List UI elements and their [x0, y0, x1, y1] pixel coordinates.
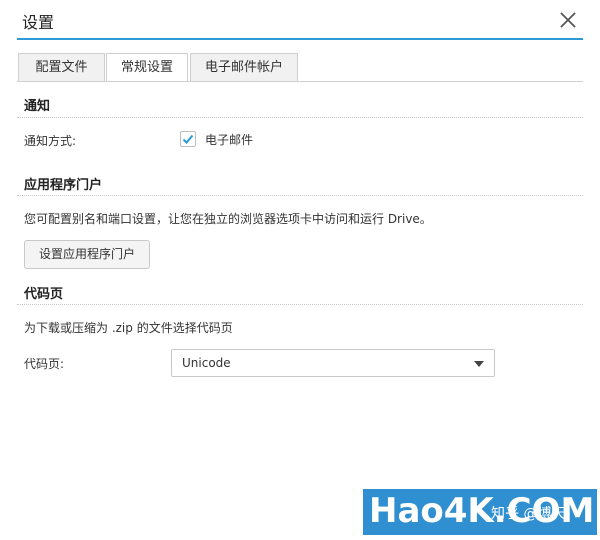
portal-settings-button[interactable]: 设置应用程序门户 — [24, 240, 150, 269]
close-icon[interactable] — [558, 10, 578, 30]
notification-heading: 通知 — [24, 99, 51, 114]
email-checkbox-label: 电子邮件 — [205, 133, 254, 147]
watermark: Hao4K.COM 知乎 @博天 — [363, 489, 597, 535]
tab-divider — [17, 81, 583, 82]
dialog-title: 设置 — [22, 13, 55, 32]
section-divider — [17, 304, 583, 305]
portal-heading: 应用程序门户 — [24, 178, 103, 193]
section-divider — [17, 195, 583, 196]
email-checkbox[interactable] — [180, 131, 196, 147]
tab-email-account[interactable]: 电子邮件帐户 — [190, 53, 298, 81]
tab-general-settings[interactable]: 常规设置 — [106, 53, 188, 82]
portal-description: 您可配置别名和端口设置，让您在独立的浏览器选项卡中访问和运行 Drive。 — [24, 212, 432, 226]
watermark-zh-text: 知乎 @博天 — [491, 506, 566, 522]
codepage-heading: 代码页 — [24, 287, 64, 302]
codepage-field-label: 代码页: — [24, 357, 65, 371]
codepage-select[interactable]: Unicode — [171, 349, 495, 377]
tab-profile[interactable]: 配置文件 — [18, 53, 105, 81]
settings-dialog: 设置 配置文件 常规设置 电子邮件帐户 通知 通知方式: 电子邮件 应用程序门户… — [0, 0, 600, 540]
codepage-description: 为下载或压缩为 .zip 的文件选择代码页 — [24, 321, 233, 335]
title-underline — [17, 38, 583, 40]
section-divider — [17, 117, 583, 118]
codepage-selected-value: Unicode — [182, 356, 231, 370]
notification-method-label: 通知方式: — [24, 134, 77, 148]
check-icon — [182, 134, 194, 144]
chevron-down-icon — [474, 361, 484, 367]
